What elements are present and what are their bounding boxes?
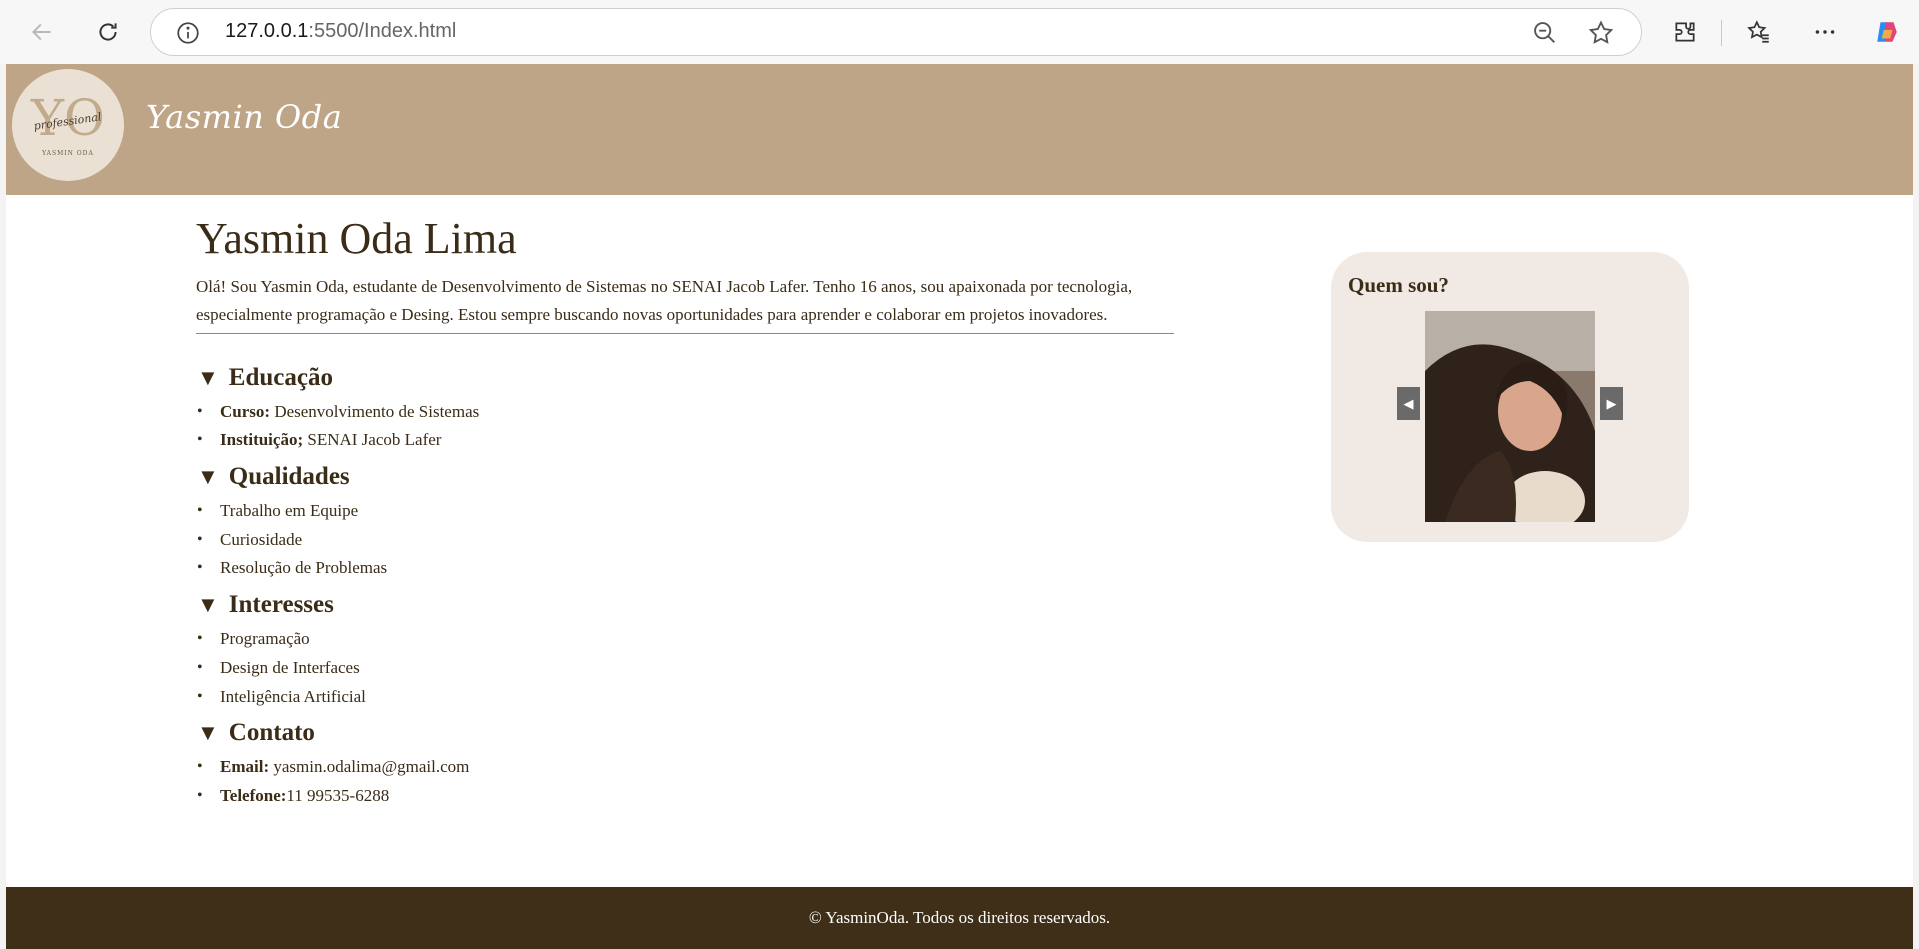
list-item: Inteligência Artificial bbox=[196, 683, 1176, 712]
section-heading[interactable]: ▼ Qualidades bbox=[196, 461, 1176, 493]
section-list: Email: yasmin.odalima@gmail.com Telefone… bbox=[196, 753, 1176, 810]
page-viewport: YO professional YASMIN ODA Yasmin Oda Ya… bbox=[6, 64, 1913, 949]
site-footer: © YasminOda. Todos os direitos reservado… bbox=[6, 887, 1913, 949]
list-item: Curiosidade bbox=[196, 526, 1176, 555]
more-menu-icon[interactable] bbox=[1805, 12, 1845, 52]
site-header: YO professional YASMIN ODA Yasmin Oda bbox=[6, 64, 1913, 195]
list-item: Instituição; SENAI Jacob Lafer bbox=[196, 426, 1176, 455]
collapse-triangle-icon: ▼ bbox=[197, 720, 219, 746]
section-list: Trabalho em Equipe Curiosidade Resolução… bbox=[196, 497, 1176, 583]
back-icon[interactable] bbox=[22, 12, 62, 52]
logo-caption: YASMIN ODA bbox=[41, 150, 94, 157]
carousel-prev-button[interactable]: ◀ bbox=[1397, 387, 1420, 420]
url-host: 127.0.0.1 bbox=[225, 20, 309, 42]
refresh-icon[interactable] bbox=[88, 12, 128, 52]
footer-copyright: © YasminOda. Todos os direitos reservado… bbox=[808, 908, 1111, 927]
list-item: Programação bbox=[196, 625, 1176, 654]
carousel-next-button[interactable]: ▶ bbox=[1600, 387, 1623, 420]
collapse-triangle-icon: ▼ bbox=[197, 364, 219, 390]
list-item: Trabalho em Equipe bbox=[196, 497, 1176, 526]
zoom-out-icon[interactable] bbox=[1531, 19, 1559, 47]
list-item: Email: yasmin.odalima@gmail.com bbox=[196, 753, 1176, 782]
list-item: Resolução de Problemas bbox=[196, 554, 1176, 583]
list-item: Telefone:11 99535-6288 bbox=[196, 782, 1176, 811]
section-interesses: ▼Interesses Programação Design de Interf… bbox=[196, 589, 1176, 711]
brand-name[interactable]: Yasmin Oda bbox=[146, 98, 342, 136]
section-heading[interactable]: ▼ Interesses bbox=[196, 589, 1176, 621]
browser-toolbar: 127.0.0.1:5500/Index.html bbox=[0, 0, 1919, 64]
logo[interactable]: YO professional YASMIN ODA bbox=[12, 69, 124, 181]
list-item: Design de Interfaces bbox=[196, 654, 1176, 683]
page-title: Yasmin Oda Lima bbox=[196, 214, 517, 263]
section-educacao: ▼Educação Curso: Desenvolvimento de Sist… bbox=[196, 362, 1176, 455]
site-info-icon[interactable] bbox=[175, 20, 201, 46]
section-heading[interactable]: ▼ Contato bbox=[196, 717, 1176, 749]
intro-paragraph: Olá! Sou Yasmin Oda, estudante de Desenv… bbox=[196, 273, 1174, 334]
main-content: Yasmin Oda Lima Olá! Sou Yasmin Oda, est… bbox=[196, 214, 1176, 811]
section-heading[interactable]: ▼ Educação bbox=[196, 362, 1176, 394]
copilot-icon[interactable] bbox=[1867, 12, 1907, 52]
list-item: Curso: Desenvolvimento de Sistemas bbox=[196, 398, 1176, 427]
address-bar[interactable]: 127.0.0.1:5500/Index.html bbox=[150, 8, 1642, 56]
profile-photo bbox=[1425, 311, 1595, 522]
url-text[interactable]: 127.0.0.1:5500/Index.html bbox=[225, 20, 456, 43]
section-list: Programação Design de Interfaces Intelig… bbox=[196, 625, 1176, 711]
toolbar-divider bbox=[1721, 20, 1722, 46]
about-card: Quem sou? ◀ ▶ bbox=[1331, 252, 1689, 542]
url-path: :5500/Index.html bbox=[308, 20, 457, 42]
extensions-icon[interactable] bbox=[1665, 12, 1705, 52]
section-contato: ▼Contato Email: yasmin.odalima@gmail.com… bbox=[196, 717, 1176, 810]
favorites-icon[interactable] bbox=[1739, 12, 1779, 52]
section-qualidades: ▼Qualidades Trabalho em Equipe Curiosida… bbox=[196, 461, 1176, 583]
favorite-star-icon[interactable] bbox=[1587, 19, 1615, 47]
collapse-triangle-icon: ▼ bbox=[197, 464, 219, 489]
about-card-title: Quem sou? bbox=[1348, 273, 1449, 297]
section-list: Curso: Desenvolvimento de Sistemas Insti… bbox=[196, 398, 1176, 455]
collapse-triangle-icon: ▼ bbox=[197, 592, 219, 618]
